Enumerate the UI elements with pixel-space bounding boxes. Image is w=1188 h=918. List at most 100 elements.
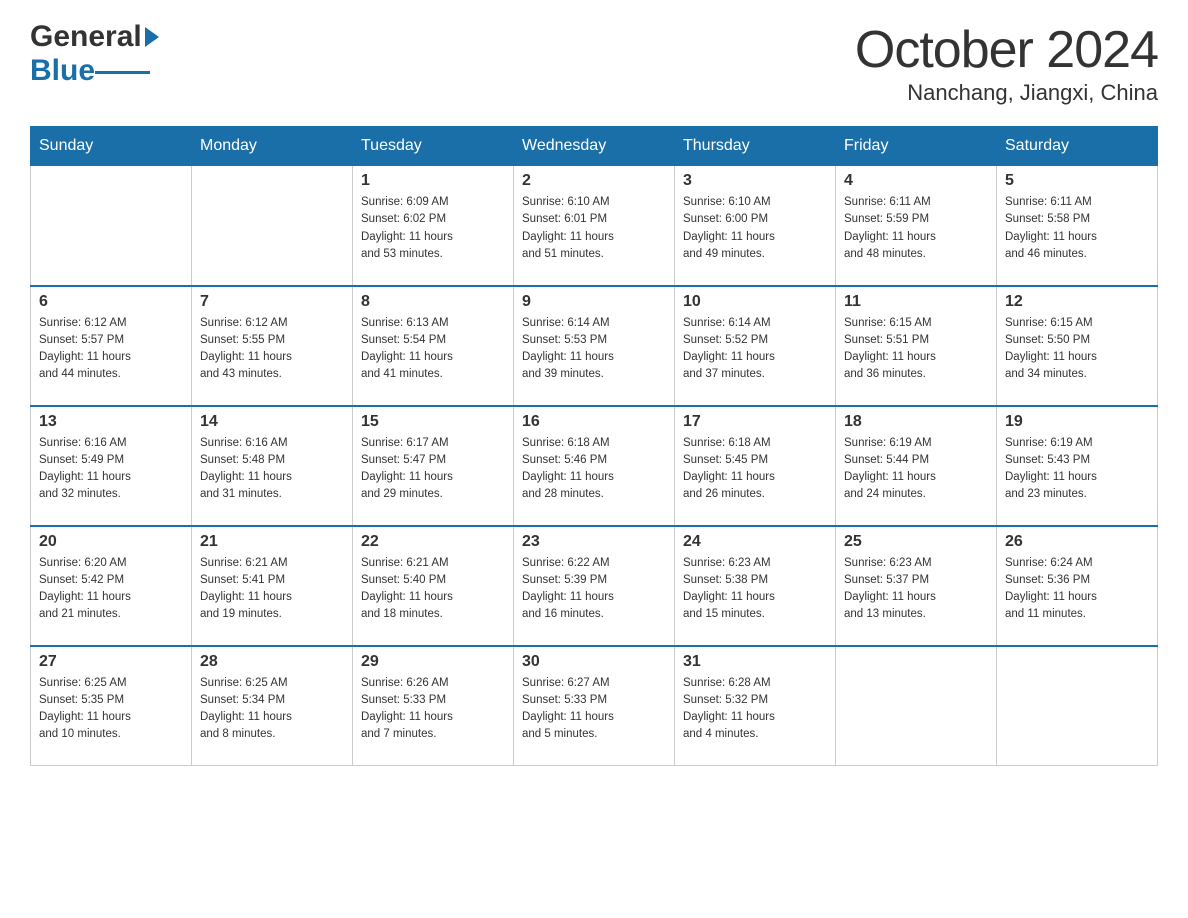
weekday-header-tuesday: Tuesday <box>353 127 514 166</box>
weekday-header-sunday: Sunday <box>31 127 192 166</box>
calendar-cell: 2 Sunrise: 6:10 AM Sunset: 6:01 PM Daylig… <box>514 166 675 286</box>
day-info: Sunrise: 6:10 AM Sunset: 6:00 PM Dayligh… <box>683 194 827 263</box>
day-number: 2 <box>522 172 666 190</box>
calendar-cell: 19 Sunrise: 6:19 AM Sunset: 5:43 PM Dayli… <box>997 406 1158 526</box>
day-info: Sunrise: 6:25 AM Sunset: 5:35 PM Dayligh… <box>39 675 183 744</box>
day-info: Sunrise: 6:17 AM Sunset: 5:47 PM Dayligh… <box>361 435 505 504</box>
calendar-cell: 16Sunrise: 6:18 AM Sunset: 5:46 PM Dayli… <box>514 406 675 526</box>
week-row-3: 13Sunrise: 6:16 AM Sunset: 5:49 PM Dayli… <box>31 406 1158 526</box>
calendar-table: SundayMondayTuesdayWednesdayThursdayFrid… <box>30 126 1158 766</box>
day-number: 27 <box>39 653 183 671</box>
calendar-cell: 31 Sunrise: 6:28 AM Sunset: 5:32 PM Dayli… <box>675 646 836 766</box>
day-info: Sunrise: 6:23 AM Sunset: 5:38 PM Dayligh… <box>683 555 827 624</box>
day-number: 25 <box>844 533 988 551</box>
calendar-cell: 25 Sunrise: 6:23 AM Sunset: 5:37 PM Dayli… <box>836 526 997 646</box>
calendar-cell: 28 Sunrise: 6:25 AM Sunset: 5:34 PM Dayli… <box>192 646 353 766</box>
week-row-4: 20Sunrise: 6:20 AM Sunset: 5:42 PM Dayli… <box>31 526 1158 646</box>
day-number: 28 <box>200 653 344 671</box>
calendar-cell: 30Sunrise: 6:27 AM Sunset: 5:33 PM Dayli… <box>514 646 675 766</box>
day-number: 15 <box>361 413 505 431</box>
day-info: Sunrise: 6:18 AM Sunset: 5:46 PM Dayligh… <box>522 435 666 504</box>
logo-blue-text: Blue <box>30 54 95 88</box>
title-block: October 2024 Nanchang, Jiangxi, China <box>855 20 1158 106</box>
calendar-cell: 14 Sunrise: 6:16 AM Sunset: 5:48 PM Dayli… <box>192 406 353 526</box>
calendar-cell: 29Sunrise: 6:26 AM Sunset: 5:33 PM Dayli… <box>353 646 514 766</box>
weekday-header-row: SundayMondayTuesdayWednesdayThursdayFrid… <box>31 127 1158 166</box>
day-info: Sunrise: 6:15 AM Sunset: 5:51 PM Dayligh… <box>844 315 988 384</box>
calendar-cell: 17 Sunrise: 6:18 AM Sunset: 5:45 PM Dayli… <box>675 406 836 526</box>
calendar-cell: 4Sunrise: 6:11 AM Sunset: 5:59 PM Daylig… <box>836 166 997 286</box>
calendar-cell <box>31 166 192 286</box>
calendar-cell: 13Sunrise: 6:16 AM Sunset: 5:49 PM Dayli… <box>31 406 192 526</box>
day-number: 18 <box>844 413 988 431</box>
calendar-cell: 11Sunrise: 6:15 AM Sunset: 5:51 PM Dayli… <box>836 286 997 406</box>
page-header: General Blue October 2024 Nanchang, Jian… <box>30 20 1158 106</box>
calendar-cell <box>997 646 1158 766</box>
calendar-cell: 6 Sunrise: 6:12 AM Sunset: 5:57 PM Daylig… <box>31 286 192 406</box>
day-number: 14 <box>200 413 344 431</box>
logo-general-text: General <box>30 20 142 54</box>
calendar-cell: 7 Sunrise: 6:12 AM Sunset: 5:55 PM Daylig… <box>192 286 353 406</box>
day-number: 1 <box>361 172 505 190</box>
calendar-cell: 1 Sunrise: 6:09 AM Sunset: 6:02 PM Daylig… <box>353 166 514 286</box>
calendar-cell: 23 Sunrise: 6:22 AM Sunset: 5:39 PM Dayli… <box>514 526 675 646</box>
day-info: Sunrise: 6:16 AM Sunset: 5:48 PM Dayligh… <box>200 435 344 504</box>
day-info: Sunrise: 6:13 AM Sunset: 5:54 PM Dayligh… <box>361 315 505 384</box>
day-number: 8 <box>361 293 505 311</box>
calendar-cell: 10 Sunrise: 6:14 AM Sunset: 5:52 PM Dayli… <box>675 286 836 406</box>
calendar-cell: 12Sunrise: 6:15 AM Sunset: 5:50 PM Dayli… <box>997 286 1158 406</box>
calendar-cell: 21 Sunrise: 6:21 AM Sunset: 5:41 PM Dayli… <box>192 526 353 646</box>
calendar-cell: 9Sunrise: 6:14 AM Sunset: 5:53 PM Daylig… <box>514 286 675 406</box>
day-number: 3 <box>683 172 827 190</box>
logo-arrow-icon <box>145 27 159 47</box>
calendar-cell: 22 Sunrise: 6:21 AM Sunset: 5:40 PM Dayli… <box>353 526 514 646</box>
day-info: Sunrise: 6:21 AM Sunset: 5:40 PM Dayligh… <box>361 555 505 624</box>
day-info: Sunrise: 6:24 AM Sunset: 5:36 PM Dayligh… <box>1005 555 1149 624</box>
day-info: Sunrise: 6:10 AM Sunset: 6:01 PM Dayligh… <box>522 194 666 263</box>
day-number: 5 <box>1005 172 1149 190</box>
day-info: Sunrise: 6:19 AM Sunset: 5:43 PM Dayligh… <box>1005 435 1149 504</box>
day-info: Sunrise: 6:18 AM Sunset: 5:45 PM Dayligh… <box>683 435 827 504</box>
day-number: 26 <box>1005 533 1149 551</box>
calendar-cell <box>836 646 997 766</box>
day-info: Sunrise: 6:23 AM Sunset: 5:37 PM Dayligh… <box>844 555 988 624</box>
day-number: 7 <box>200 293 344 311</box>
calendar-cell: 3 Sunrise: 6:10 AM Sunset: 6:00 PM Daylig… <box>675 166 836 286</box>
weekday-header-thursday: Thursday <box>675 127 836 166</box>
day-info: Sunrise: 6:14 AM Sunset: 5:52 PM Dayligh… <box>683 315 827 384</box>
calendar-cell: 24Sunrise: 6:23 AM Sunset: 5:38 PM Dayli… <box>675 526 836 646</box>
calendar-cell: 26 Sunrise: 6:24 AM Sunset: 5:36 PM Dayli… <box>997 526 1158 646</box>
day-info: Sunrise: 6:22 AM Sunset: 5:39 PM Dayligh… <box>522 555 666 624</box>
day-number: 10 <box>683 293 827 311</box>
calendar-cell: 15 Sunrise: 6:17 AM Sunset: 5:47 PM Dayli… <box>353 406 514 526</box>
location: Nanchang, Jiangxi, China <box>855 80 1158 106</box>
week-row-2: 6 Sunrise: 6:12 AM Sunset: 5:57 PM Daylig… <box>31 286 1158 406</box>
calendar-cell: 20Sunrise: 6:20 AM Sunset: 5:42 PM Dayli… <box>31 526 192 646</box>
day-number: 30 <box>522 653 666 671</box>
day-info: Sunrise: 6:19 AM Sunset: 5:44 PM Dayligh… <box>844 435 988 504</box>
calendar-cell <box>192 166 353 286</box>
calendar-cell: 27 Sunrise: 6:25 AM Sunset: 5:35 PM Dayli… <box>31 646 192 766</box>
day-number: 23 <box>522 533 666 551</box>
day-info: Sunrise: 6:12 AM Sunset: 5:57 PM Dayligh… <box>39 315 183 384</box>
day-info: Sunrise: 6:11 AM Sunset: 5:58 PM Dayligh… <box>1005 194 1149 263</box>
weekday-header-saturday: Saturday <box>997 127 1158 166</box>
day-number: 19 <box>1005 413 1149 431</box>
day-info: Sunrise: 6:12 AM Sunset: 5:55 PM Dayligh… <box>200 315 344 384</box>
day-info: Sunrise: 6:11 AM Sunset: 5:59 PM Dayligh… <box>844 194 988 263</box>
day-number: 31 <box>683 653 827 671</box>
week-row-5: 27 Sunrise: 6:25 AM Sunset: 5:35 PM Dayli… <box>31 646 1158 766</box>
day-info: Sunrise: 6:26 AM Sunset: 5:33 PM Dayligh… <box>361 675 505 744</box>
day-info: Sunrise: 6:21 AM Sunset: 5:41 PM Dayligh… <box>200 555 344 624</box>
day-number: 21 <box>200 533 344 551</box>
day-number: 17 <box>683 413 827 431</box>
month-title: October 2024 <box>855 20 1158 80</box>
day-number: 6 <box>39 293 183 311</box>
day-number: 9 <box>522 293 666 311</box>
day-number: 22 <box>361 533 505 551</box>
day-info: Sunrise: 6:09 AM Sunset: 6:02 PM Dayligh… <box>361 194 505 263</box>
day-info: Sunrise: 6:16 AM Sunset: 5:49 PM Dayligh… <box>39 435 183 504</box>
logo: General Blue <box>30 20 159 88</box>
day-info: Sunrise: 6:25 AM Sunset: 5:34 PM Dayligh… <box>200 675 344 744</box>
day-info: Sunrise: 6:28 AM Sunset: 5:32 PM Dayligh… <box>683 675 827 744</box>
